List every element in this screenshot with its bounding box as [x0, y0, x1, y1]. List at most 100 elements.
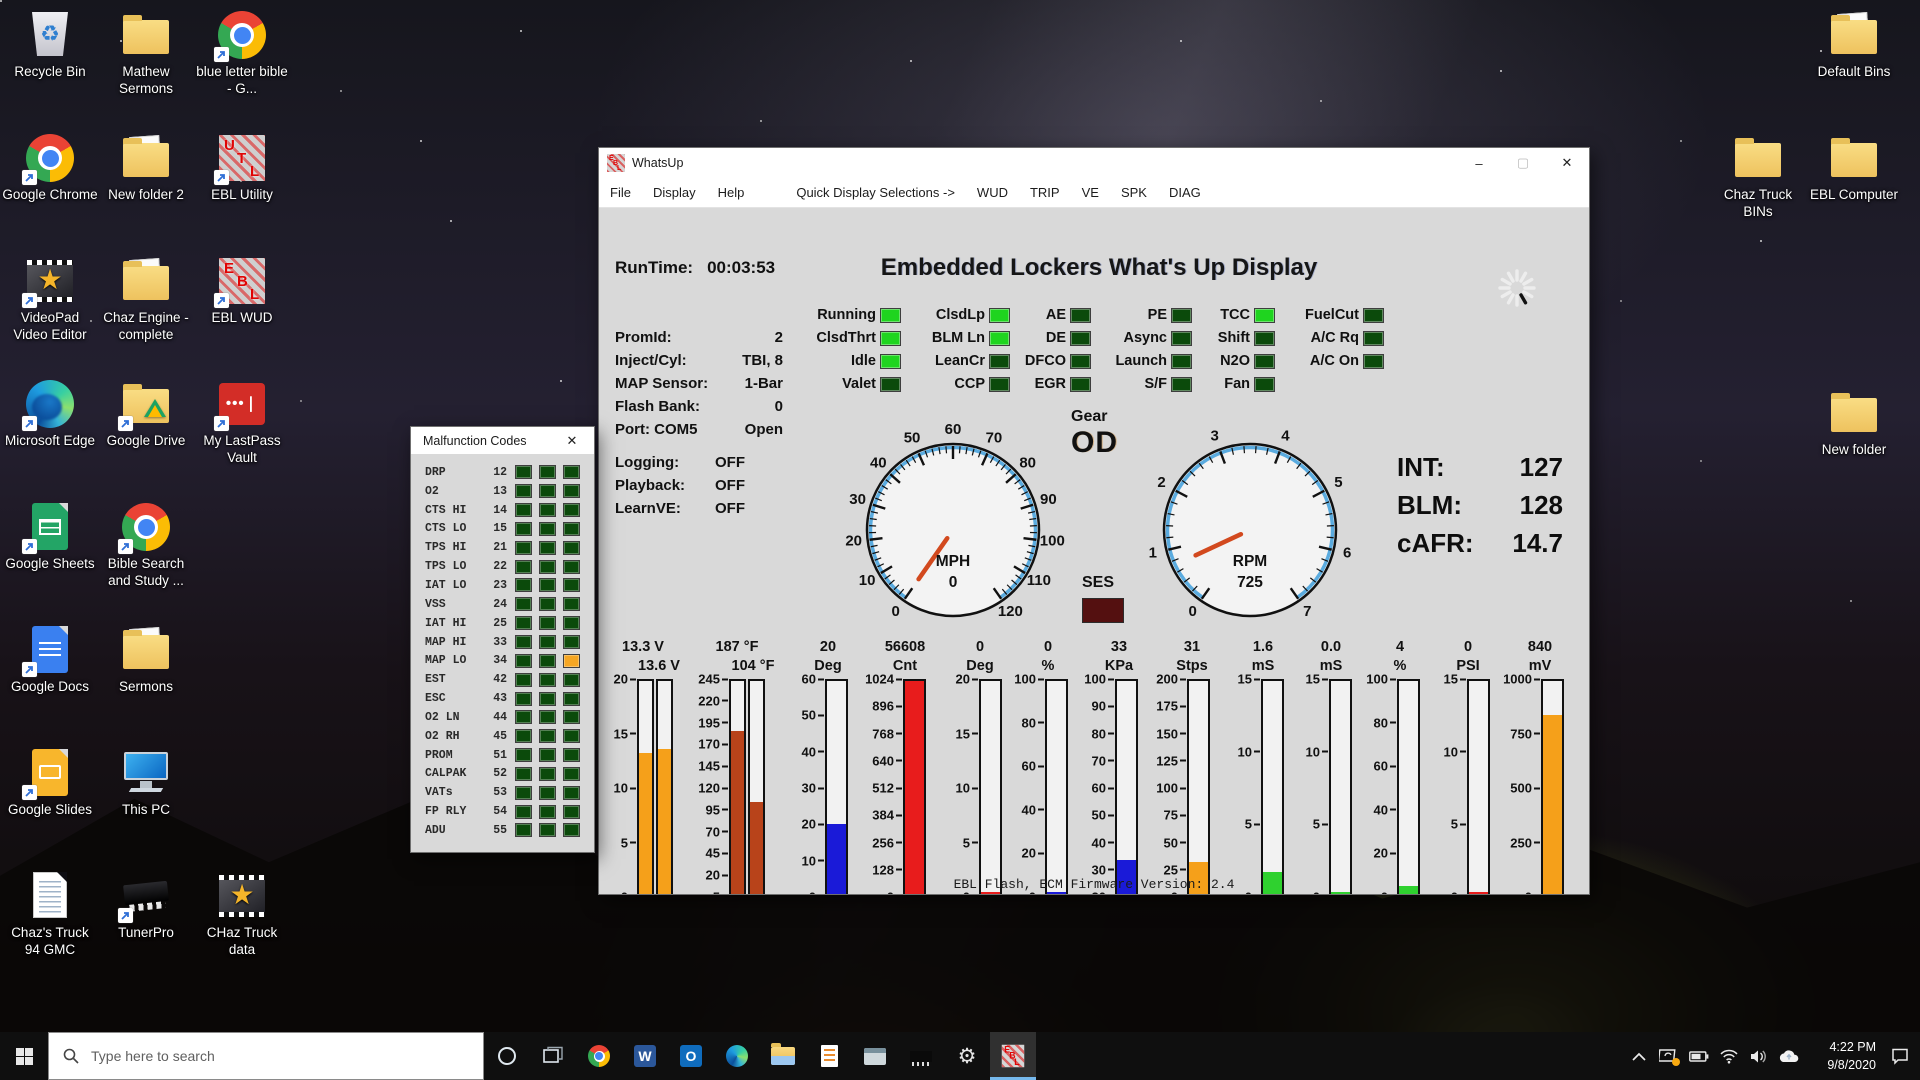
tray-onedrive[interactable]: [1774, 1032, 1804, 1080]
scale-tick: 20: [614, 672, 628, 687]
malf-row-iat-lo: IAT LO23: [425, 576, 594, 595]
malfunction-close-button[interactable]: ✕: [550, 427, 594, 454]
window-title: WhatsUp: [632, 156, 683, 170]
taskbar-icon-app-window[interactable]: [852, 1032, 898, 1080]
film-icon: ★: [24, 256, 76, 306]
malf-code-name: FP RLY: [425, 805, 487, 818]
status-led-egr: [1070, 377, 1091, 392]
desktop-icon-new-folder-2[interactable]: New folder 2: [98, 133, 194, 204]
scale-tick: 1024: [865, 672, 894, 687]
menu-wud[interactable]: WUD: [966, 185, 1019, 200]
desktop-icon-ebl-wud[interactable]: EBLEBL WUD: [194, 256, 290, 327]
menu-ve[interactable]: VE: [1071, 185, 1110, 200]
taskbar-clock[interactable]: 4:22 PM 9/8/2020: [1804, 1038, 1880, 1074]
desktop-icon-chaz-s-truck-94-gmc[interactable]: Chaz's Truck 94 GMC: [2, 871, 98, 959]
task-view-button[interactable]: [530, 1032, 576, 1080]
cortana-button[interactable]: [484, 1032, 530, 1080]
malf-row-tps-lo: TPS LO22: [425, 557, 594, 576]
menu-quick-display-selections[interactable]: Quick Display Selections ->: [785, 185, 966, 200]
scale-tick: 10: [1444, 744, 1458, 759]
taskbar-icon-tunerpro[interactable]: [898, 1032, 944, 1080]
malf-code-number: 23: [487, 579, 507, 592]
malf-led: [539, 748, 556, 762]
desktop-icon-chaz-truck-bins[interactable]: Chaz Truck BINs: [1710, 133, 1806, 221]
scale-tick: 50: [802, 708, 816, 723]
desktop-icon-bible-search-and-study[interactable]: Bible Search and Study ...: [98, 502, 194, 590]
desktop-icon-google-slides[interactable]: Google Slides: [2, 748, 98, 819]
menu-help[interactable]: Help: [707, 185, 756, 200]
scale-tick: 1000: [1503, 672, 1532, 687]
desktop-icon-this-pc[interactable]: This PC: [98, 748, 194, 819]
desktop-icon-label: New folder: [1806, 442, 1902, 459]
desktop-icon-google-drive[interactable]: Google Drive: [98, 379, 194, 450]
whatsup-titlebar[interactable]: EBL WhatsUp – ▢ ✕: [599, 148, 1589, 178]
action-center-button[interactable]: [1880, 1032, 1920, 1080]
taskbar-icon-chrome[interactable]: [576, 1032, 622, 1080]
tray-sync-display[interactable]: [1654, 1032, 1684, 1080]
taskbar-icon-ebl-whatsup[interactable]: EBL: [990, 1032, 1036, 1080]
desktop-icon-mathew-sermons[interactable]: Mathew Sermons: [98, 10, 194, 98]
menu-diag[interactable]: DIAG: [1158, 185, 1212, 200]
desktop-icon-new-folder[interactable]: New folder: [1806, 388, 1902, 459]
status-label: A/C On: [1310, 353, 1359, 369]
taskbar-search[interactable]: [48, 1032, 484, 1080]
tray-battery[interactable]: [1684, 1032, 1714, 1080]
malf-code-number: 22: [487, 560, 507, 573]
status-ae: AE: [1019, 306, 1091, 324]
desktop-icon-ebl-utility[interactable]: UTLEBL Utility: [194, 133, 290, 204]
desktop-icon-default-bins[interactable]: Default Bins: [1806, 10, 1902, 81]
taskbar-icon-word[interactable]: W: [622, 1032, 668, 1080]
meter-knk: 56608Cnt10248967686405123842561280KNK: [865, 638, 945, 894]
desktop-icon-blue-letter-bible-g[interactable]: blue letter bible - G...: [194, 10, 290, 98]
menu-spk[interactable]: SPK: [1110, 185, 1158, 200]
scale-tick: 175: [1156, 699, 1178, 714]
readout-value: 127: [1520, 448, 1563, 486]
scale-tick: 245: [698, 672, 720, 687]
desktop-icon-videopad-video-editor[interactable]: ★VideoPad Video Editor: [2, 256, 98, 344]
close-button[interactable]: ✕: [1545, 148, 1589, 178]
status-label: N2O: [1220, 353, 1250, 369]
start-button[interactable]: [0, 1032, 48, 1080]
status-shift: Shift: [1201, 329, 1275, 347]
desktop-icon-google-sheets[interactable]: Google Sheets: [2, 502, 98, 573]
minimize-button[interactable]: –: [1457, 148, 1501, 178]
desktop-icon-google-docs[interactable]: Google Docs: [2, 625, 98, 696]
scale-tick: 40: [802, 744, 816, 759]
menu-file[interactable]: File: [599, 185, 642, 200]
desktop-icon-google-chrome[interactable]: Google Chrome: [2, 133, 98, 204]
desktop-icon-sermons[interactable]: Sermons: [98, 625, 194, 696]
tray-wifi[interactable]: [1714, 1032, 1744, 1080]
malf-led: [515, 786, 532, 800]
desktop-icon-ebl-computer[interactable]: EBL Computer: [1806, 133, 1902, 204]
taskbar-icon-edge[interactable]: [714, 1032, 760, 1080]
svg-text:0: 0: [949, 574, 958, 591]
malf-led: [515, 673, 532, 687]
malfunction-titlebar[interactable]: Malfunction Codes ✕: [411, 427, 594, 454]
desktop-icon-chaz-engine-complete[interactable]: Chaz Engine - complete: [98, 256, 194, 344]
tray-overflow-chevron[interactable]: [1624, 1032, 1654, 1080]
menu-display[interactable]: Display: [642, 185, 707, 200]
maximize-button[interactable]: ▢: [1501, 148, 1545, 178]
outlook-icon: O: [680, 1045, 702, 1067]
desktop-icon-my-lastpass-vault[interactable]: •••❘My LastPass Vault: [194, 379, 290, 467]
info-map-sensor: MAP Sensor:1-Bar: [615, 372, 783, 395]
taskbar-icon-outlook[interactable]: O: [668, 1032, 714, 1080]
desktop-icon-recycle-bin[interactable]: ♻Recycle Bin: [2, 10, 98, 81]
chrome-icon: [24, 133, 76, 183]
status-de: DE: [1019, 329, 1091, 347]
scale-tick: 50: [1164, 835, 1178, 850]
meter-bar-sa: [825, 679, 848, 894]
desktop-icon-microsoft-edge[interactable]: Microsoft Edge: [2, 379, 98, 450]
malf-led: [539, 823, 556, 837]
svg-text:725: 725: [1237, 574, 1263, 591]
search-input[interactable]: [89, 1047, 429, 1065]
desktop-icon-tunerpro[interactable]: TunerPro: [98, 871, 194, 942]
menu-trip[interactable]: TRIP: [1019, 185, 1071, 200]
desktop-icon-chaz-truck-data[interactable]: ★CHaz Truck data: [194, 871, 290, 959]
taskbar-icon-settings[interactable]: ⚙: [944, 1032, 990, 1080]
tray-volume[interactable]: [1744, 1032, 1774, 1080]
desktop-icon-label: blue letter bible - G...: [194, 64, 290, 98]
taskbar-icon-app-document[interactable]: [806, 1032, 852, 1080]
taskbar-icon-file-explorer[interactable]: [760, 1032, 806, 1080]
malf-led: [563, 465, 580, 479]
